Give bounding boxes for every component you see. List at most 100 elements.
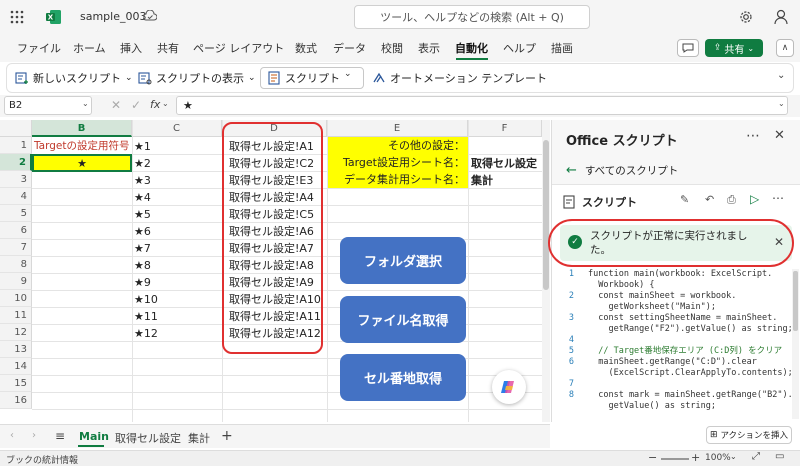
confirm-edit-icon[interactable]: ✓ bbox=[131, 98, 141, 112]
search-box[interactable]: ツール、ヘルプなどの検索 (Alt + Q) bbox=[354, 5, 590, 29]
cell-c10[interactable]: ★10 bbox=[134, 291, 158, 308]
cell-c11[interactable]: ★11 bbox=[134, 308, 158, 325]
code-scrollbar[interactable] bbox=[792, 269, 799, 419]
row-header[interactable]: 12 bbox=[0, 324, 32, 341]
script-dropdown-chevron-icon[interactable]: ⌄ bbox=[344, 69, 352, 79]
feedback-icon[interactable]: ▭ bbox=[775, 451, 784, 462]
cell-c8[interactable]: ★8 bbox=[134, 257, 151, 274]
cell-c1[interactable]: ★1 bbox=[134, 138, 151, 155]
expand-formula-icon[interactable]: ⌄ bbox=[778, 99, 785, 108]
column-header-e[interactable]: E bbox=[327, 120, 468, 137]
menu-share[interactable]: 共有 bbox=[157, 40, 179, 56]
row-header[interactable]: 5 bbox=[0, 205, 32, 222]
workbook-statistics[interactable]: ブックの統計情報 bbox=[6, 453, 78, 466]
cell-e2[interactable]: Target設定用シート名： bbox=[328, 154, 468, 171]
formula-input[interactable]: ★ bbox=[176, 96, 788, 115]
row-header[interactable]: 15 bbox=[0, 375, 32, 392]
copilot-button[interactable] bbox=[492, 370, 526, 404]
get-filenames-button[interactable]: ファイル名取得 bbox=[340, 296, 466, 343]
row-header[interactable]: 13 bbox=[0, 341, 32, 358]
run-icon[interactable]: ▷ bbox=[750, 192, 759, 206]
sheet-tab-main[interactable]: Main bbox=[79, 430, 109, 443]
zoom-chevron-icon[interactable]: ⌄ bbox=[730, 452, 737, 461]
row-header[interactable]: 16 bbox=[0, 392, 32, 409]
menu-draw[interactable]: 描画 bbox=[551, 40, 573, 56]
column-header-f[interactable]: F bbox=[468, 120, 542, 137]
cell-f3[interactable]: 集計 bbox=[471, 172, 493, 189]
zoom-slider[interactable] bbox=[661, 458, 689, 460]
add-sheet-icon[interactable]: + bbox=[221, 428, 233, 444]
menu-insert[interactable]: 挿入 bbox=[120, 40, 142, 56]
row-header[interactable]: 11 bbox=[0, 307, 32, 324]
fit-view-icon[interactable]: ⤢ bbox=[752, 451, 760, 462]
cell-b2-selected[interactable]: ★ bbox=[32, 154, 132, 172]
column-header-b[interactable]: B bbox=[32, 120, 132, 137]
menu-data[interactable]: データ bbox=[333, 40, 366, 56]
row-header[interactable]: 1 bbox=[0, 137, 32, 154]
cell-c7[interactable]: ★7 bbox=[134, 240, 151, 257]
menu-review[interactable]: 校閲 bbox=[381, 40, 403, 56]
cell-c6[interactable]: ★6 bbox=[134, 223, 151, 240]
column-header-c[interactable]: C bbox=[132, 120, 222, 137]
cell-b1[interactable]: Targetの設定用符号 bbox=[34, 138, 132, 155]
cell-e1[interactable]: その他の設定： bbox=[328, 137, 468, 154]
spreadsheet-grid[interactable]: B C D E F 1 2 3 4 5 6 7 8 9 10 11 12 13 … bbox=[0, 120, 550, 422]
show-scripts-button[interactable]: スクリプトの表示 ⌄ bbox=[138, 70, 256, 86]
collapse-ribbon-icon[interactable]: ∧ bbox=[776, 39, 794, 57]
name-box[interactable]: B2 bbox=[4, 96, 92, 115]
vertical-scrollbar[interactable] bbox=[542, 120, 550, 422]
save-icon[interactable]: ⎙ bbox=[727, 193, 736, 207]
menu-home[interactable]: ホーム bbox=[73, 40, 106, 56]
automation-template-button[interactable]: オートメーション テンプレート bbox=[372, 70, 547, 86]
row-header[interactable]: 8 bbox=[0, 256, 32, 273]
saved-status-icon[interactable] bbox=[142, 9, 158, 25]
row-header[interactable]: 9 bbox=[0, 273, 32, 290]
row-header[interactable]: 3 bbox=[0, 171, 32, 188]
back-to-all-scripts-link[interactable]: ← すべてのスクリプト bbox=[566, 163, 678, 178]
row-header[interactable]: 6 bbox=[0, 222, 32, 239]
close-pane-icon[interactable]: ✕ bbox=[774, 128, 785, 143]
folder-select-button[interactable]: フォルダ選択 bbox=[340, 237, 466, 284]
row-header[interactable]: 2 bbox=[0, 154, 32, 171]
insert-action-button[interactable]: ⊞ アクションを挿入 bbox=[706, 426, 792, 444]
zoom-in-icon[interactable]: + bbox=[691, 451, 700, 464]
code-scrollbar-thumb[interactable] bbox=[793, 271, 798, 331]
menu-view[interactable]: 表示 bbox=[418, 40, 440, 56]
insert-function-button[interactable]: fx bbox=[150, 98, 160, 111]
fx-chevron-icon[interactable]: ⌄ bbox=[162, 99, 169, 108]
cell-e3[interactable]: データ集計用シート名： bbox=[328, 171, 468, 188]
menu-formulas[interactable]: 数式 bbox=[295, 40, 317, 56]
scroll-tabs-right-icon[interactable]: › bbox=[32, 430, 36, 441]
sheet-tab-settings[interactable]: 取得セル設定 bbox=[115, 430, 181, 446]
more-script-options-icon[interactable]: ⋯ bbox=[772, 191, 784, 205]
cancel-edit-icon[interactable]: ✕ bbox=[111, 98, 121, 112]
script-button[interactable]: スクリプト bbox=[267, 70, 340, 86]
cell-c4[interactable]: ★4 bbox=[134, 189, 151, 206]
file-name[interactable]: sample_003 bbox=[80, 10, 147, 23]
rename-icon[interactable]: ✎ bbox=[680, 193, 689, 206]
menu-file[interactable]: ファイル bbox=[17, 40, 61, 56]
ribbon-more-chevron-icon[interactable]: ⌄ bbox=[777, 70, 785, 81]
cell-c5[interactable]: ★5 bbox=[134, 206, 151, 223]
zoom-level[interactable]: 100% bbox=[705, 453, 731, 463]
share-button[interactable]: ⇪ 共有 ⌄ bbox=[705, 39, 763, 57]
comments-icon[interactable] bbox=[677, 39, 699, 57]
name-box-chevron-icon[interactable]: ⌄ bbox=[82, 99, 89, 108]
app-launcher-icon[interactable] bbox=[10, 10, 24, 24]
sheet-tab-summary[interactable]: 集計 bbox=[188, 430, 210, 446]
more-options-icon[interactable]: ⋯ bbox=[746, 128, 760, 144]
row-header[interactable]: 14 bbox=[0, 358, 32, 375]
row-header[interactable]: 4 bbox=[0, 188, 32, 205]
get-cell-address-button[interactable]: セル番地取得 bbox=[340, 354, 466, 401]
all-sheets-menu-icon[interactable]: ≡ bbox=[55, 429, 65, 443]
undo-icon[interactable]: ↶ bbox=[705, 193, 714, 206]
scrollbar-thumb[interactable] bbox=[543, 140, 549, 290]
account-icon[interactable] bbox=[774, 9, 788, 28]
menu-help[interactable]: ヘルプ bbox=[503, 40, 536, 56]
new-script-button[interactable]: 新しいスクリプト ⌄ bbox=[15, 70, 133, 86]
cell-c3[interactable]: ★3 bbox=[134, 172, 151, 189]
settings-gear-icon[interactable] bbox=[739, 10, 753, 27]
row-header[interactable]: 10 bbox=[0, 290, 32, 307]
code-editor[interactable]: 1 function main(workbook: ExcelScript. Wo… bbox=[552, 269, 792, 423]
cell-f2[interactable]: 取得セル設定 bbox=[471, 155, 537, 172]
